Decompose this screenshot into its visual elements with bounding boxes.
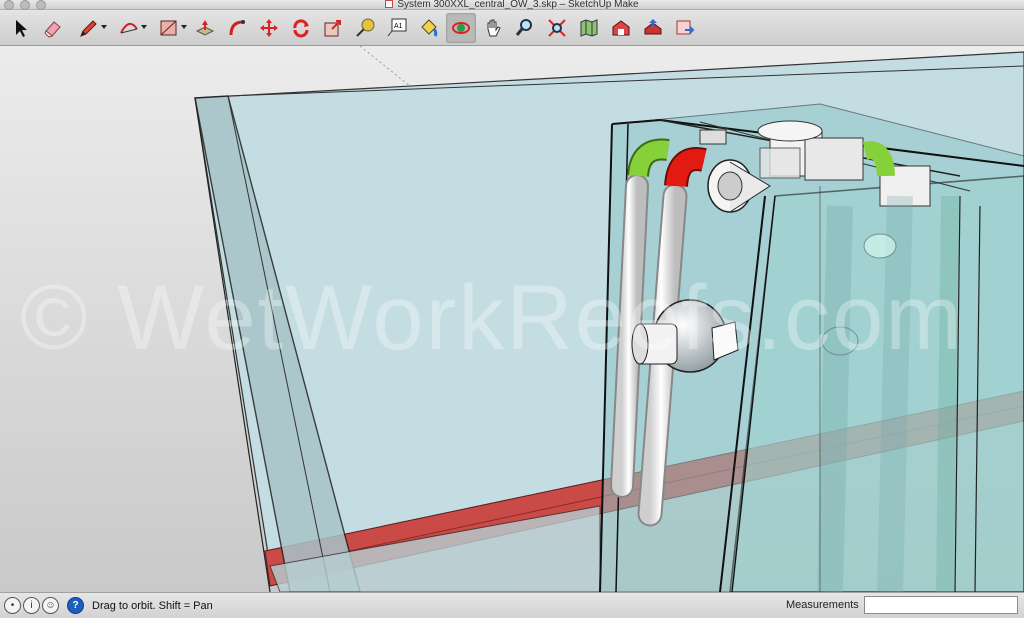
push-pull-icon	[195, 19, 215, 36]
get-models-tool-button[interactable]	[606, 13, 636, 43]
rectangle-tool-button[interactable]	[150, 13, 188, 43]
watermark-text: © WetWorkReefs.com	[20, 267, 964, 369]
paint-bucket-icon	[421, 18, 438, 37]
orbit-tool-button[interactable]	[446, 12, 476, 43]
help-icon[interactable]: ?	[67, 597, 84, 614]
model-viewport[interactable]: © WetWorkReefs.com	[0, 46, 1024, 592]
share-icon	[644, 18, 662, 34]
arc-icon	[120, 22, 138, 33]
select-tool-button[interactable]	[6, 13, 36, 43]
geo-location-icon[interactable]: •	[4, 597, 21, 614]
move-tool-button[interactable]	[254, 13, 284, 43]
map-icon	[580, 18, 598, 37]
document-icon	[385, 0, 394, 9]
chevron-down-icon[interactable]	[101, 24, 107, 29]
user-icon[interactable]: ☺	[42, 597, 59, 614]
scale-tool-button[interactable]	[318, 13, 348, 43]
zoom-tool-button[interactable]	[510, 13, 540, 43]
push-pull-tool-button[interactable]	[190, 13, 220, 43]
chevron-down-icon[interactable]	[141, 24, 147, 29]
pencil-icon	[80, 19, 97, 37]
warehouse-icon	[612, 19, 630, 35]
rotate-icon	[293, 18, 309, 37]
orbit-icon	[452, 21, 470, 34]
arc-tool-button[interactable]	[110, 13, 148, 43]
text-icon: A1	[387, 18, 407, 36]
status-bar: • i ☺ ? Drag to orbit. Shift = Pan Measu…	[0, 592, 1024, 618]
extension-warehouse-tool-button[interactable]	[670, 13, 700, 43]
tape-measure-tool-button[interactable]	[350, 13, 380, 43]
add-location-tool-button[interactable]	[574, 13, 604, 43]
measurements-input[interactable]	[864, 596, 1018, 614]
pan-tool-button[interactable]	[478, 13, 508, 43]
status-message: Drag to orbit. Shift = Pan	[92, 599, 213, 612]
tape-measure-icon	[356, 18, 375, 37]
paint-bucket-tool-button[interactable]	[414, 13, 444, 43]
share-model-tool-button[interactable]	[638, 13, 668, 43]
zoom-extents-icon	[548, 18, 566, 37]
follow-me-icon	[229, 19, 245, 35]
scale-icon	[324, 19, 341, 36]
arrow-cursor-icon	[16, 19, 27, 37]
window-titlebar: System 300XXL_central_OW_3.skp – SketchU…	[0, 0, 1024, 10]
window-title: System 300XXL_central_OW_3.skp – SketchU…	[0, 0, 1024, 10]
info-icon[interactable]: i	[23, 597, 40, 614]
zoom-extents-tool-button[interactable]	[542, 13, 572, 43]
eraser-tool-button[interactable]	[38, 13, 68, 43]
main-toolbar: A1	[0, 10, 1024, 46]
rectangle-icon	[160, 20, 177, 35]
text-tool-button[interactable]: A1	[382, 13, 412, 43]
text-tool-glyph: A1	[394, 23, 403, 30]
eraser-icon	[44, 20, 61, 38]
rotate-tool-button[interactable]	[286, 13, 316, 43]
extension-icon	[676, 20, 695, 34]
move-icon	[260, 18, 278, 37]
hand-icon	[487, 19, 501, 36]
measurements-label: Measurements	[786, 599, 859, 611]
pencil-tool-button[interactable]	[70, 13, 108, 43]
follow-me-tool-button[interactable]	[222, 13, 252, 43]
chevron-down-icon[interactable]	[181, 24, 187, 29]
magnifier-icon	[515, 18, 532, 36]
